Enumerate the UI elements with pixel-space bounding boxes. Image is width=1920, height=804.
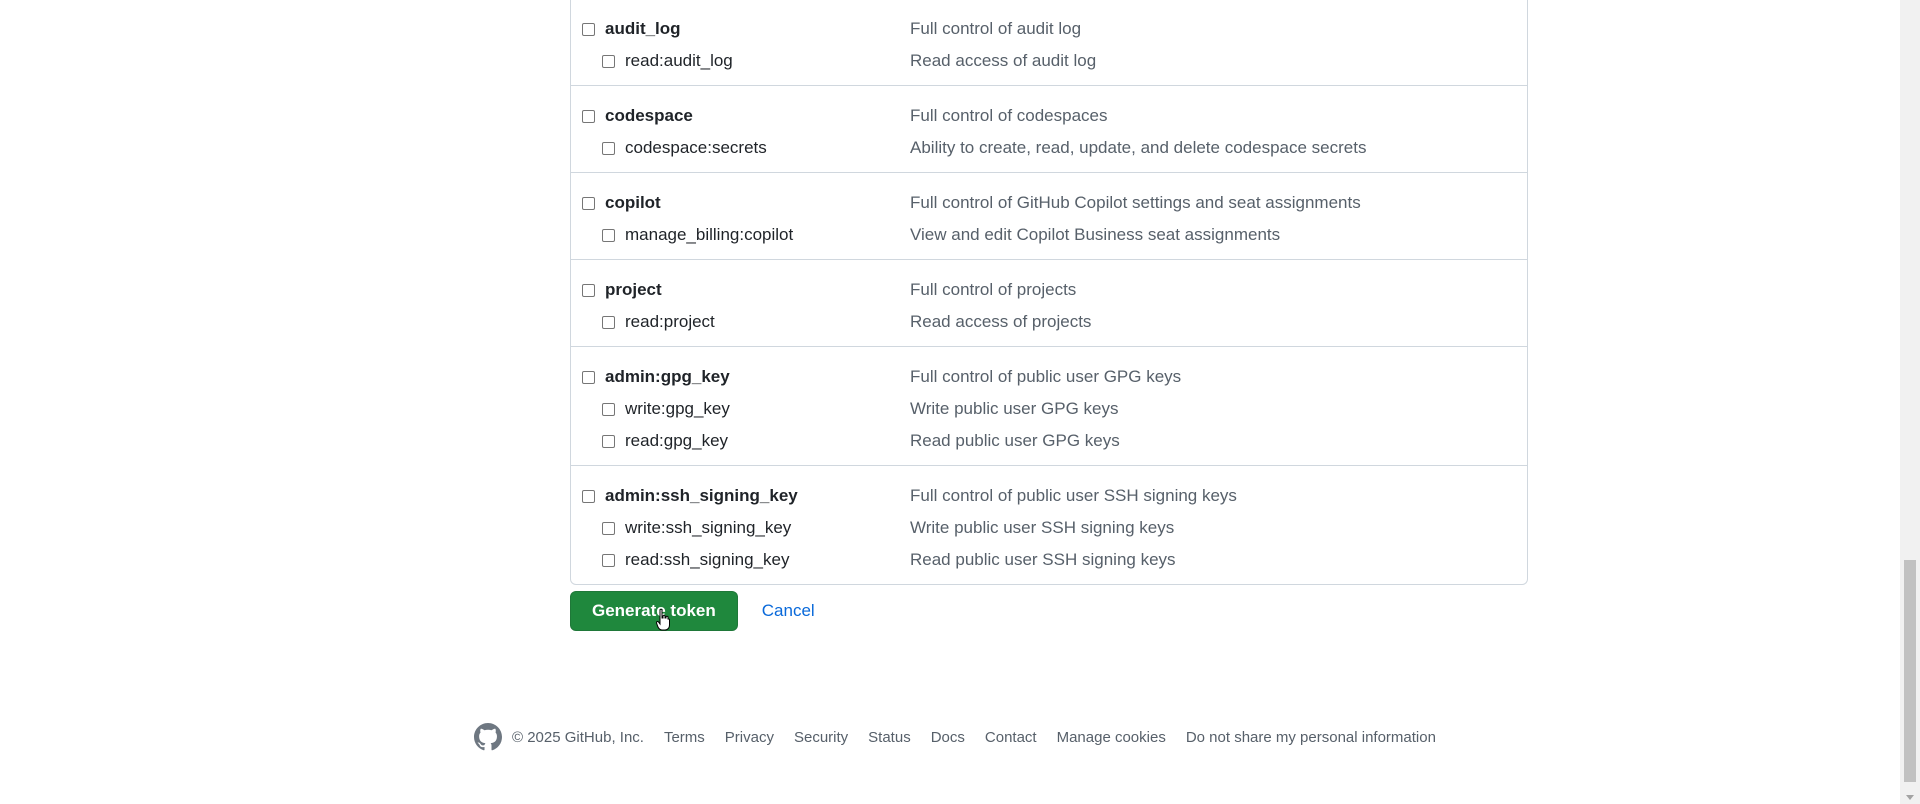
scope-name: read:ssh_signing_key — [625, 550, 790, 569]
scope-description: Full control of codespaces — [910, 106, 1108, 125]
copyright-text: © 2025 GitHub, Inc. — [512, 728, 644, 746]
scope-row-admin-gpg-key: admin:gpg_key Full control of public use… — [571, 361, 1527, 393]
footer-link-security[interactable]: Security — [794, 729, 848, 746]
scope-row-read-ssh-signing-key: read:ssh_signing_key Read public user SS… — [571, 544, 1527, 576]
read-project-checkbox[interactable] — [602, 315, 615, 329]
read-ssh-signing-key-checkbox[interactable] — [602, 553, 615, 567]
scope-group-copilot: copilot Full control of GitHub Copilot s… — [571, 172, 1527, 259]
generate-token-button[interactable]: Generate token — [570, 591, 738, 631]
manage-billing-copilot-checkbox[interactable] — [602, 228, 615, 242]
footer-link-do-not-share[interactable]: Do not share my personal information — [1186, 729, 1436, 746]
site-footer: © 2025 GitHub, Inc. Terms Privacy Securi… — [474, 723, 1456, 751]
write-ssh-signing-key-checkbox[interactable] — [602, 521, 615, 535]
footer-link-privacy[interactable]: Privacy — [725, 729, 774, 746]
footer-link-terms[interactable]: Terms — [664, 729, 705, 746]
scope-description: Full control of GitHub Copilot settings … — [910, 193, 1361, 212]
write-gpg-key-checkbox[interactable] — [602, 402, 615, 416]
scope-description: Write public user GPG keys — [910, 399, 1119, 418]
scope-row-read-audit-log: read:audit_log Read access of audit log — [571, 45, 1527, 77]
read-gpg-key-checkbox[interactable] — [602, 434, 615, 448]
scope-name: read:gpg_key — [625, 431, 729, 450]
scope-description: Ability to create, read, update, and del… — [910, 138, 1367, 157]
scope-row-read-project: read:project Read access of projects — [571, 306, 1527, 338]
scope-description: Full control of projects — [910, 280, 1077, 299]
audit-log-checkbox[interactable] — [582, 22, 595, 36]
scope-name: project — [605, 280, 662, 299]
scope-name: read:audit_log — [625, 51, 733, 70]
scope-description: Full control of public user SSH signing … — [910, 486, 1237, 505]
scope-group-gpg-key: admin:gpg_key Full control of public use… — [571, 346, 1527, 465]
scope-description: Write public user SSH signing keys — [910, 518, 1175, 537]
scope-row-copilot: copilot Full control of GitHub Copilot s… — [571, 187, 1527, 219]
project-checkbox[interactable] — [582, 283, 595, 297]
admin-ssh-signing-key-checkbox[interactable] — [582, 489, 595, 503]
codespace-secrets-checkbox[interactable] — [602, 141, 615, 155]
copilot-checkbox[interactable] — [582, 196, 595, 210]
scope-description: Read access of projects — [910, 312, 1092, 331]
scope-row-codespace-secrets: codespace:secrets Ability to create, rea… — [571, 132, 1527, 164]
scope-name: codespace — [605, 106, 693, 125]
scope-row-read-gpg-key: read:gpg_key Read public user GPG keys — [571, 425, 1527, 457]
vertical-scrollbar[interactable] — [1900, 0, 1920, 804]
scope-description: Read public user SSH signing keys — [910, 550, 1176, 569]
read-audit-log-checkbox[interactable] — [602, 54, 615, 68]
scope-row-project: project Full control of projects — [571, 274, 1527, 306]
scope-name: admin:ssh_signing_key — [605, 486, 798, 505]
mouse-cursor-icon — [656, 609, 670, 631]
scope-name: audit_log — [605, 19, 681, 38]
scope-group-project: project Full control of projects read:pr… — [571, 259, 1527, 346]
cancel-link[interactable]: Cancel — [762, 601, 815, 621]
scope-row-admin-ssh-signing-key: admin:ssh_signing_key Full control of pu… — [571, 480, 1527, 512]
scope-group-ssh-signing-key: admin:ssh_signing_key Full control of pu… — [571, 465, 1527, 584]
footer-link-manage-cookies[interactable]: Manage cookies — [1057, 729, 1166, 746]
scope-name: manage_billing:copilot — [625, 225, 794, 244]
form-actions: Generate token Cancel — [570, 591, 815, 631]
scope-description: Full control of audit log — [910, 19, 1082, 38]
scope-group-audit-log: audit_log Full control of audit log read… — [571, 0, 1527, 85]
scope-name: write:gpg_key — [625, 399, 730, 418]
scope-description: View and edit Copilot Business seat assi… — [910, 225, 1281, 244]
scope-row-manage-billing-copilot: manage_billing:copilot View and edit Cop… — [571, 219, 1527, 251]
footer-link-status[interactable]: Status — [868, 729, 911, 746]
scope-row-audit-log: audit_log Full control of audit log — [571, 13, 1527, 45]
scopes-list: audit_log Full control of audit log read… — [570, 0, 1528, 585]
scope-description: Full control of public user GPG keys — [910, 367, 1182, 386]
scope-row-write-gpg-key: write:gpg_key Write public user GPG keys — [571, 393, 1527, 425]
scope-group-codespace: codespace Full control of codespaces cod… — [571, 85, 1527, 172]
scope-name: codespace:secrets — [625, 138, 767, 157]
scope-description: Read access of audit log — [910, 51, 1097, 70]
scope-description: Read public user GPG keys — [910, 431, 1120, 450]
scrollbar-thumb[interactable] — [1904, 560, 1916, 782]
scope-name: copilot — [605, 193, 661, 212]
scroll-down-arrow-icon[interactable] — [1906, 795, 1914, 800]
scope-row-write-ssh-signing-key: write:ssh_signing_key Write public user … — [571, 512, 1527, 544]
scope-row-codespace: codespace Full control of codespaces — [571, 100, 1527, 132]
github-logo-icon[interactable] — [474, 723, 502, 751]
scope-name: read:project — [625, 312, 715, 331]
footer-link-contact[interactable]: Contact — [985, 729, 1037, 746]
codespace-checkbox[interactable] — [582, 109, 595, 123]
scope-name: admin:gpg_key — [605, 367, 730, 386]
page: audit_log Full control of audit log read… — [0, 0, 1920, 804]
scope-name: write:ssh_signing_key — [625, 518, 792, 537]
admin-gpg-key-checkbox[interactable] — [582, 370, 595, 384]
footer-link-docs[interactable]: Docs — [931, 729, 965, 746]
